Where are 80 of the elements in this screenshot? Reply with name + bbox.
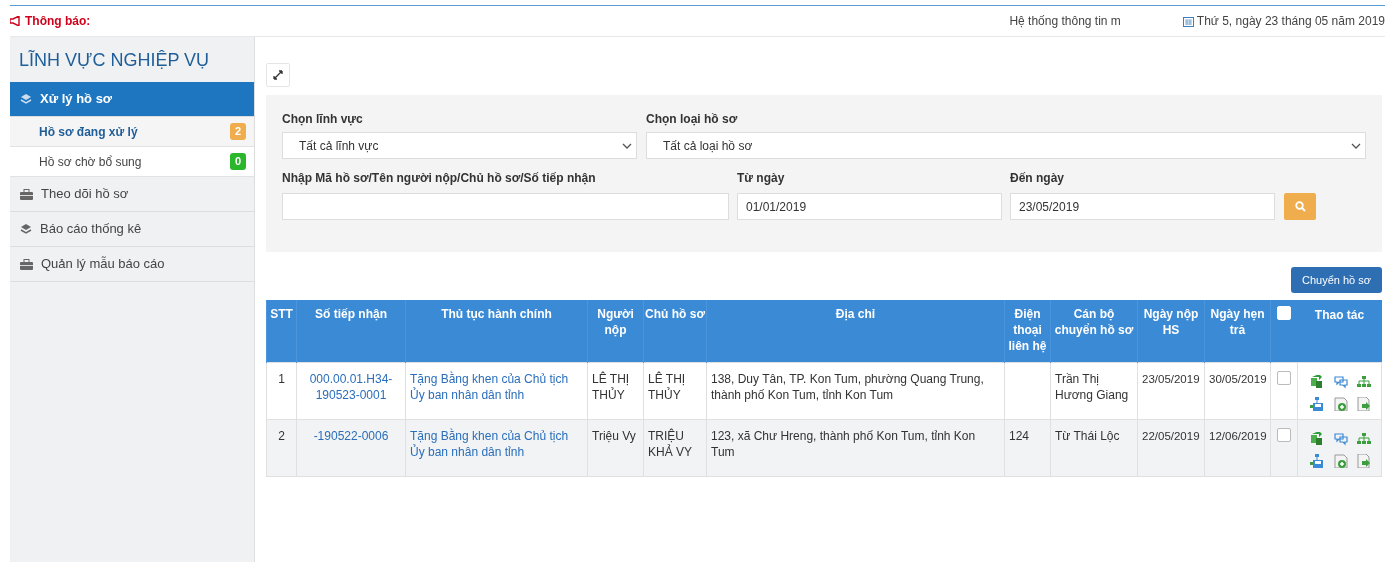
transfer-button[interactable]: Chuyển hồ sơ <box>1291 267 1382 293</box>
sidebar-subitem[interactable]: Hồ sơ chờ bổ sung 0 <box>10 147 254 177</box>
table-cell: 12/06/2019 <box>1204 419 1271 476</box>
receipt-link[interactable]: -190522-0006 <box>296 419 406 476</box>
refresh-icon[interactable] <box>1310 374 1324 389</box>
table-cell: Trần Thị Hương Giang <box>1050 362 1138 419</box>
table-cell: 23/05/2019 <box>1137 362 1205 419</box>
column-header: Ngày nộp HS <box>1137 300 1205 362</box>
briefcase-icon <box>20 188 33 200</box>
table-cell: Từ Thái Lộc <box>1050 419 1138 476</box>
table-cell: 22/05/2019 <box>1137 419 1205 476</box>
column-header: Thủ tục hành chính <box>405 300 588 362</box>
sidebar-item[interactable]: Xử lý hồ sơ <box>10 82 254 117</box>
column-header: Người nộp <box>587 300 644 362</box>
type-select[interactable]: Tất cả loại hồ sơ <box>646 132 1366 159</box>
export-document-icon[interactable] <box>1357 396 1372 411</box>
add-document-icon[interactable] <box>1333 453 1348 468</box>
to-date-field[interactable]: 23/05/2019 <box>1010 193 1275 220</box>
count-badge: 2 <box>229 123 246 140</box>
sidebar-item[interactable]: Theo dõi hồ sơ <box>10 177 254 212</box>
chevron-down-icon <box>1351 142 1361 149</box>
from-date-field[interactable]: 01/01/2019 <box>737 193 1002 220</box>
to-date-label: Đến ngày <box>1010 170 1065 187</box>
export-document-icon[interactable] <box>1357 453 1372 468</box>
notice-label: Thông báo: <box>25 13 91 30</box>
column-header: Điện thoại liên hệ <box>1004 300 1051 362</box>
column-header: Ngày hẹn trả <box>1204 300 1271 362</box>
briefcase-icon <box>20 258 33 270</box>
field-label: Chọn lĩnh vực <box>282 111 364 128</box>
table-cell: 123, xã Chư Hreng, thành phố Kon Tum, tỉnh Kon Tum <box>706 419 1005 476</box>
column-header: Địa chỉ <box>706 300 1005 362</box>
chat-icon[interactable] <box>1333 431 1348 446</box>
checkbox[interactable] <box>1277 427 1291 442</box>
calendar-icon <box>1182 15 1194 27</box>
table-cell: LÊ THỊ THỦY <box>643 362 707 419</box>
expand-button[interactable] <box>266 63 290 87</box>
chevron-down-icon <box>622 142 632 149</box>
field-select[interactable]: Tất cả lĩnh vực <box>282 132 637 159</box>
megaphone-icon <box>10 16 21 26</box>
from-date-label: Từ ngày <box>737 170 786 187</box>
expand-icon <box>273 70 283 80</box>
table-cell: 2 <box>266 419 297 476</box>
sidebar-title: LĨNH VỰC NGHIỆP VỤ <box>18 49 211 72</box>
table-cell: LÊ THỊ THỦY <box>587 362 644 419</box>
column-header: STT <box>266 300 297 362</box>
sidebar-item[interactable]: Báo cáo thống kê <box>10 212 254 247</box>
table-cell: TRIỆU KHẢ VY <box>643 419 707 476</box>
table-cell: 1 <box>266 362 297 419</box>
column-header: Chủ hồ sơ <box>643 300 707 362</box>
table-cell: 138, Duy Tân, TP. Kon Tum, phường Quang Trung, thành phố Kon Tum, tỉnh Kon Tum <box>706 362 1005 419</box>
receipt-link[interactable]: 000.00.01.H34-190523-0001 <box>296 362 406 419</box>
keyword-field[interactable] <box>282 193 729 220</box>
sidebar-item[interactable]: Quản lý mẫu báo cáo <box>10 247 254 282</box>
keyword-label: Nhập Mã hồ sơ/Tên người nộp/Chủ hồ sơ/Số tiếp nhận <box>282 170 597 187</box>
column-header: Thao tác <box>1297 300 1382 362</box>
layers-icon <box>20 223 32 235</box>
table-cell: 124 <box>1004 419 1051 476</box>
search-button[interactable] <box>1284 193 1316 220</box>
column-header: Cán bộ chuyển hồ sơ <box>1050 300 1138 362</box>
save-tree-icon[interactable] <box>1310 453 1324 468</box>
procedure-link[interactable]: Tặng Bằng khen của Chủ tịch Ủy ban nhân dân tỉnh <box>405 362 588 419</box>
table-cell: Triệu Vy <box>587 419 644 476</box>
marquee-text: Hệ thống thông tin m <box>1009 13 1121 30</box>
layers-icon <box>20 93 32 105</box>
table-cell: 30/05/2019 <box>1204 362 1271 419</box>
count-badge: 0 <box>229 153 246 170</box>
table-cell <box>1004 362 1051 419</box>
column-header: Số tiếp nhận <box>296 300 406 362</box>
search-icon <box>1294 201 1306 212</box>
procedure-link[interactable]: Tặng Bằng khen của Chủ tịch Ủy ban nhân dân tỉnh <box>405 419 588 476</box>
save-tree-icon[interactable] <box>1310 396 1324 411</box>
chat-icon[interactable] <box>1333 374 1348 389</box>
date-text: Thứ 5, ngày 23 tháng 05 năm 2019 <box>1196 13 1385 30</box>
sidebar-subitem[interactable]: Hồ sơ đang xử lý 2 <box>10 117 254 147</box>
type-label: Chọn loại hồ sơ <box>646 111 739 128</box>
hierarchy-icon[interactable] <box>1357 431 1372 446</box>
checkbox[interactable] <box>1277 370 1291 385</box>
add-document-icon[interactable] <box>1333 396 1348 411</box>
refresh-icon[interactable] <box>1310 431 1324 446</box>
hierarchy-icon[interactable] <box>1357 374 1372 389</box>
